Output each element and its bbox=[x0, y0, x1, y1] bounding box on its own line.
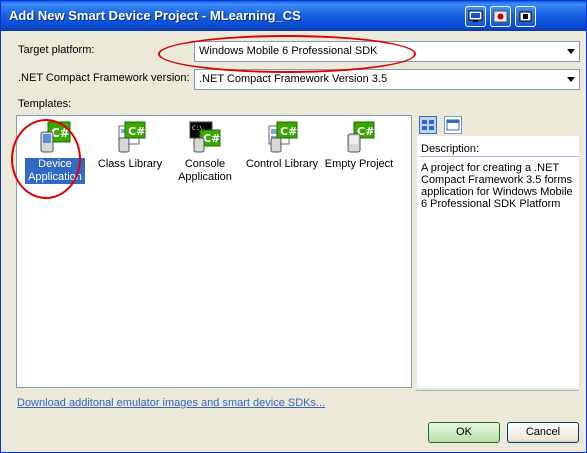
svg-text:C#: C# bbox=[203, 132, 220, 145]
device-application-icon: C# bbox=[38, 120, 72, 154]
svg-text:C#: C# bbox=[128, 125, 145, 138]
template-device-application[interactable]: C# Device Application bbox=[17, 120, 93, 184]
class-library-icon: C# bbox=[113, 120, 147, 154]
small-icons-icon bbox=[446, 119, 460, 131]
framework-version-value: .NET Compact Framework Version 3.5 bbox=[199, 73, 388, 85]
framework-version-select[interactable]: .NET Compact Framework Version 3.5 bbox=[194, 69, 580, 90]
cancel-button[interactable]: Cancel bbox=[507, 422, 579, 443]
large-icons-view-button[interactable] bbox=[419, 116, 437, 134]
description-text: A project for creating a .NET Compact Fr… bbox=[421, 162, 573, 210]
download-sdks-link[interactable]: Download additonal emulator images and s… bbox=[17, 397, 325, 409]
monitor-icon bbox=[468, 10, 483, 22]
templates-list[interactable]: C# Device Application C# Class Library C… bbox=[16, 115, 412, 388]
description-divider bbox=[420, 156, 579, 157]
settings-icon-button[interactable] bbox=[490, 6, 511, 27]
target-platform-select[interactable]: Windows Mobile 6 Professional SDK bbox=[194, 41, 580, 62]
template-label: Empty Project bbox=[324, 158, 394, 170]
template-label: Control Library bbox=[245, 158, 319, 170]
template-label: Class Library bbox=[97, 158, 163, 170]
control-library-icon: C# bbox=[265, 120, 299, 154]
target-platform-label: Target platform: bbox=[18, 44, 95, 56]
chevron-down-icon[interactable] bbox=[567, 49, 575, 54]
ok-button[interactable]: OK bbox=[428, 422, 500, 443]
small-icons-view-button[interactable] bbox=[444, 116, 462, 134]
template-class-library[interactable]: C# Class Library bbox=[92, 120, 168, 171]
template-label: Console Application bbox=[178, 158, 232, 183]
template-control-library[interactable]: C# Control Library bbox=[244, 120, 320, 171]
title-bar[interactable]: Add New Smart Device Project - MLearning… bbox=[1, 1, 586, 31]
help-icon bbox=[519, 11, 532, 22]
target-platform-value: Windows Mobile 6 Professional SDK bbox=[199, 45, 378, 57]
description-bottom-divider bbox=[416, 390, 579, 391]
template-empty-project[interactable]: C# Empty Project bbox=[321, 120, 397, 171]
framework-version-label: .NET Compact Framework version: bbox=[18, 72, 190, 84]
templates-label: Templates: bbox=[18, 98, 72, 110]
dialog-window: Add New Smart Device Project - MLearning… bbox=[0, 0, 587, 453]
description-title: Description: bbox=[421, 143, 480, 155]
monitor-icon-button[interactable] bbox=[465, 6, 486, 27]
empty-project-icon: C# bbox=[342, 120, 376, 154]
help-icon-button[interactable] bbox=[515, 6, 536, 27]
description-panel: Description: A project for creating a .N… bbox=[416, 136, 579, 388]
settings-icon bbox=[493, 10, 508, 23]
svg-text:C#: C# bbox=[280, 125, 297, 138]
template-console-application[interactable]: C:\ C# Console Application bbox=[167, 120, 243, 184]
window-title: Add New Smart Device Project - MLearning… bbox=[9, 8, 301, 23]
large-icons-icon bbox=[422, 120, 434, 130]
console-application-icon: C:\ C# bbox=[188, 120, 222, 154]
chevron-down-icon[interactable] bbox=[567, 77, 575, 82]
svg-text:C#: C# bbox=[51, 126, 70, 140]
template-label: Device Application bbox=[25, 158, 85, 184]
